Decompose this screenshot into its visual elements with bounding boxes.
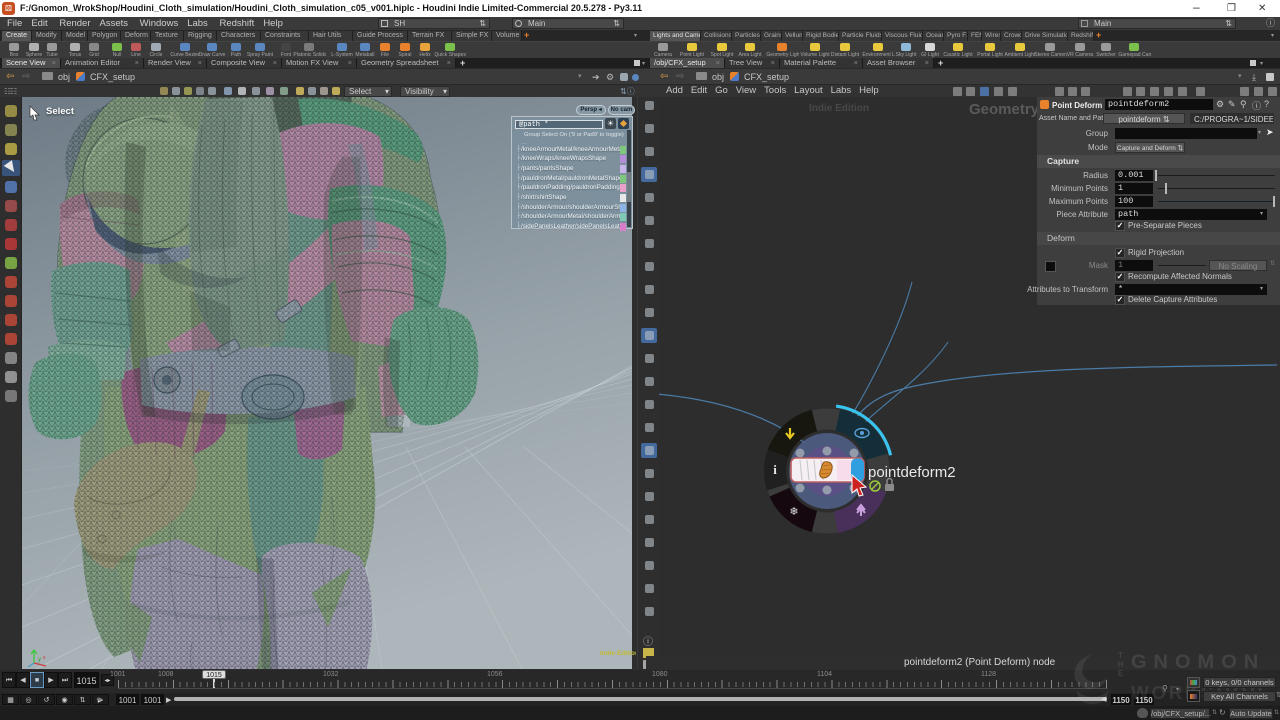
svg-text:x: x bbox=[43, 655, 46, 661]
svg-text:y: y bbox=[38, 657, 41, 663]
svg-text:pointdeform2: pointdeform2 bbox=[868, 464, 956, 481]
svg-text:❄: ❄ bbox=[789, 506, 798, 518]
svg-text:i: i bbox=[773, 462, 777, 477]
